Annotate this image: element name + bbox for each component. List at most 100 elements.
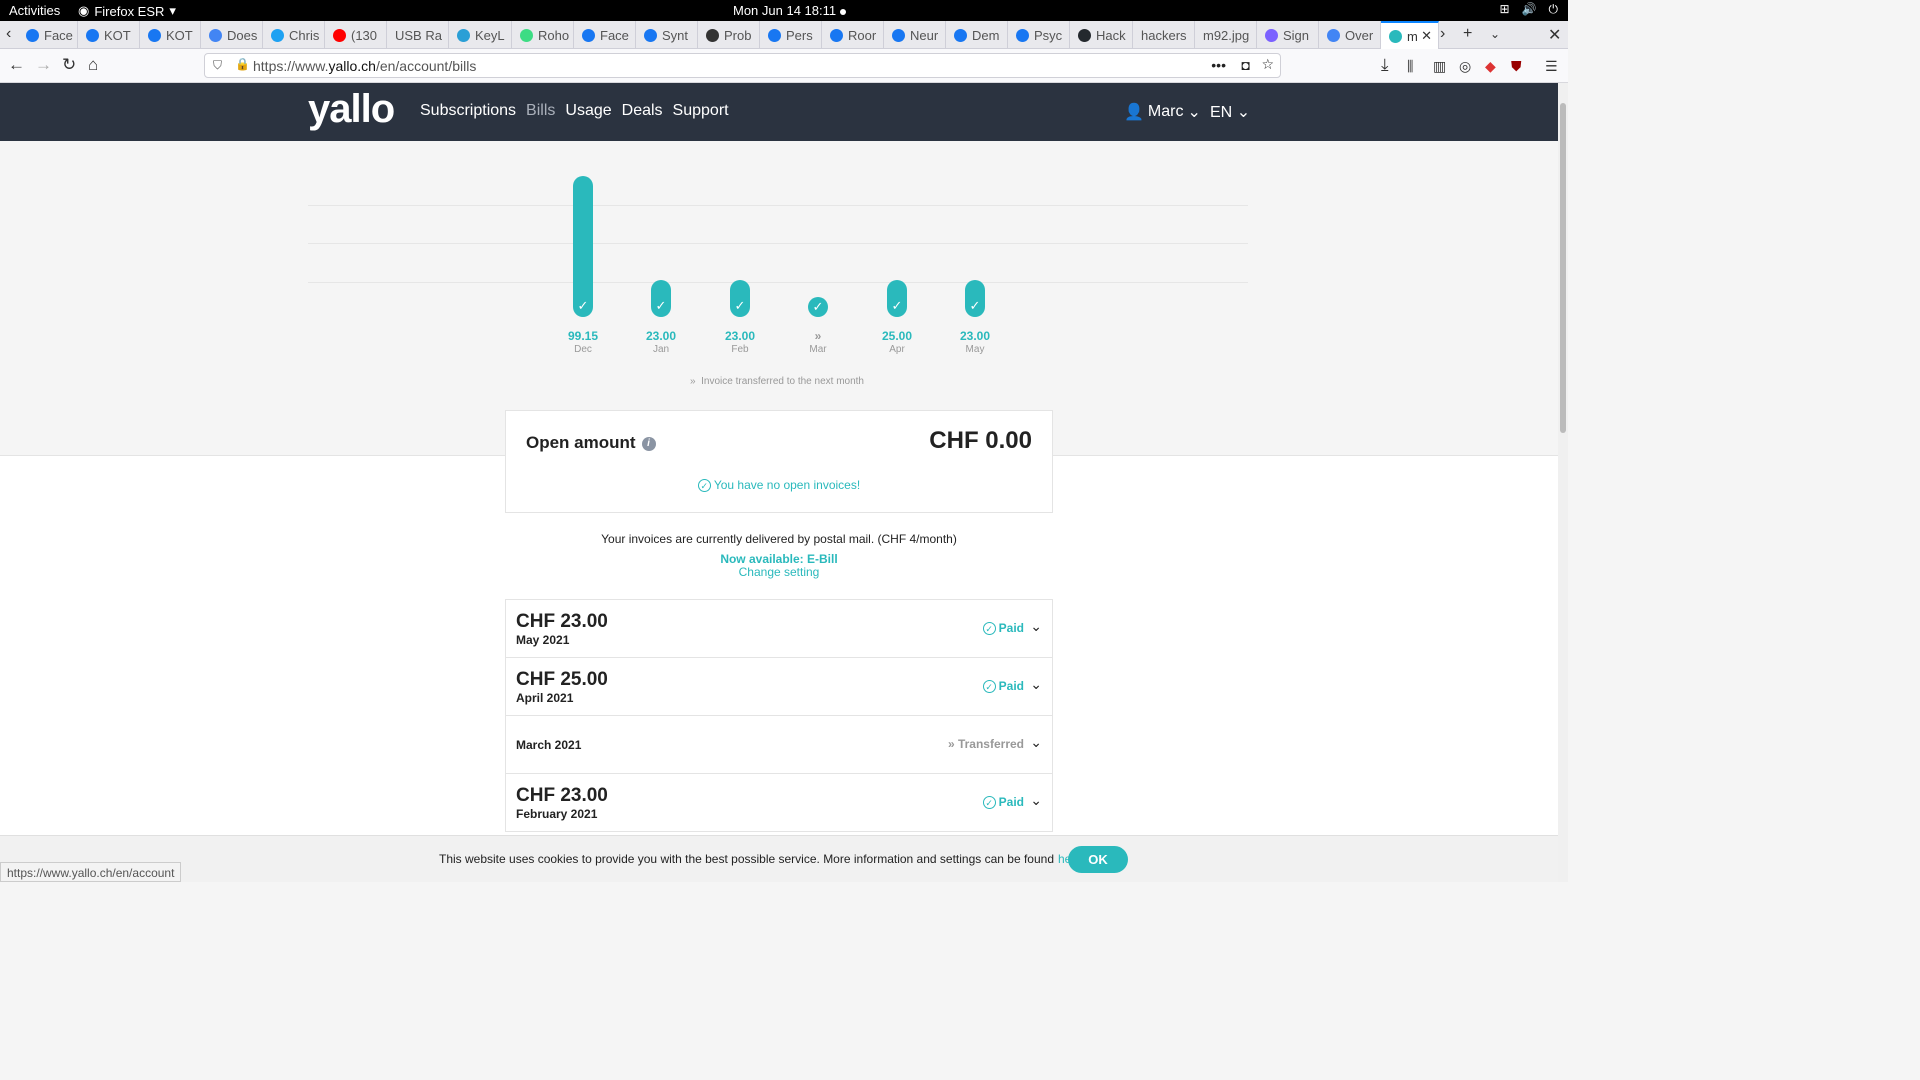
tab-favicon-icon — [209, 28, 222, 42]
activities-button[interactable]: Activities — [9, 3, 60, 18]
browser-tab[interactable]: Roor — [822, 21, 884, 49]
chart-value-label: » — [814, 329, 822, 343]
language-menu[interactable]: EN ⌄ — [1210, 102, 1250, 122]
chevron-down-icon[interactable]: ⌄ — [1030, 734, 1042, 751]
chart-bar[interactable]: ✓ — [573, 176, 593, 317]
browser-tab[interactable]: Hack — [1070, 21, 1133, 49]
browser-tab[interactable]: KeyL — [449, 21, 512, 49]
chart-bar[interactable]: ✓ — [730, 280, 750, 317]
tab-favicon-icon — [148, 28, 161, 42]
browser-tab[interactable]: Psyc — [1008, 21, 1070, 49]
chart-bar[interactable]: ✓ — [651, 280, 671, 317]
browser-tab[interactable]: m ✕ — [1381, 21, 1439, 49]
chart-check-circle-icon[interactable]: ✓ — [808, 297, 828, 317]
forward-icon[interactable]: → — [35, 55, 52, 75]
open-amount-value: CHF 0.00 — [929, 427, 1032, 454]
browser-tab[interactable]: Sign — [1257, 21, 1319, 49]
invoice-row[interactable]: CHF 25.00 April 2021 ✓ Paid ⌄ — [505, 657, 1053, 716]
firefox-icon: ◉ — [78, 3, 90, 18]
browser-tab[interactable]: Dem — [946, 21, 1008, 49]
browser-tab[interactable]: (130 — [325, 21, 387, 49]
lock-icon[interactable]: 🔒 — [235, 57, 250, 71]
clock[interactable]: Mon Jun 14 18:11 — [733, 3, 847, 18]
chart-gridline — [308, 282, 1248, 283]
chevron-down-icon[interactable]: ⌄ — [1030, 676, 1042, 693]
open-amount-title: Open amount i — [526, 433, 656, 453]
invoice-row[interactable]: CHF 23.00 May 2021 ✓ Paid ⌄ — [505, 599, 1053, 658]
pocket-icon[interactable]: ◘ — [1242, 57, 1250, 73]
tab-label: Over — [1345, 27, 1374, 43]
list-tabs-icon[interactable]: ⌄ — [1490, 27, 1500, 41]
chart-bar[interactable]: ✓ — [965, 280, 985, 317]
open-amount-title-text: Open amount — [526, 433, 636, 452]
extension-icon[interactable]: ◆ — [1485, 58, 1496, 75]
menu-subscriptions[interactable]: Subscriptions — [420, 102, 516, 120]
change-setting-link[interactable]: Change setting — [505, 565, 1053, 579]
scroll-tabs-right-icon[interactable]: › — [1440, 25, 1445, 43]
scroll-tabs-left-icon[interactable]: ‹ — [6, 25, 11, 43]
sidebar-icon[interactable]: ▥ — [1433, 58, 1446, 75]
tab-label: Sign — [1283, 27, 1310, 43]
browser-tab[interactable]: Face — [18, 21, 78, 49]
home-icon[interactable]: ⌂ — [88, 55, 98, 75]
ebill-link[interactable]: Now available: E-Bill — [505, 552, 1053, 566]
browser-tab[interactable]: m92.jpg — [1195, 21, 1257, 49]
cookie-ok-button[interactable]: OK — [1068, 846, 1128, 873]
menu-bills[interactable]: Bills — [526, 102, 555, 120]
yallo-logo[interactable]: yallo — [308, 87, 395, 132]
system-tray[interactable]: ⊞ 🔊 ⏻ — [1499, 2, 1558, 17]
bills-chart: » Invoice transferred to the next month … — [0, 141, 1558, 456]
check-circle-icon: ✓ — [982, 796, 996, 809]
downloads-icon[interactable]: ⤓ — [1381, 55, 1389, 75]
close-tab-icon[interactable]: ✕ — [1421, 28, 1432, 44]
menu-support[interactable]: Support — [673, 102, 729, 120]
chevron-down-icon[interactable]: ⌄ — [1030, 792, 1042, 809]
invoice-row[interactable]: CHF 23.00 February 2021 ✓ Paid ⌄ — [505, 773, 1053, 832]
back-icon[interactable]: ← — [8, 55, 25, 75]
browser-tab[interactable]: Synt — [636, 21, 698, 49]
browser-tab[interactable]: KOT — [78, 21, 140, 49]
invoice-amount: CHF 23.00 — [516, 611, 608, 632]
more-actions-icon[interactable]: ••• — [1211, 57, 1226, 73]
reload-icon[interactable]: ↻ — [62, 55, 76, 75]
url-bar[interactable]: ⛉ 🔒 https://www.yallo.ch/en/account/bill… — [204, 53, 1281, 78]
browser-tab[interactable]: Roho — [512, 21, 574, 49]
chart-bar[interactable]: ✓ — [887, 280, 907, 317]
browser-tab[interactable]: hackers — [1133, 21, 1195, 49]
invoice-status-label: Paid — [998, 621, 1024, 635]
user-menu[interactable]: 👤 Marc ⌄ — [1124, 102, 1201, 122]
tab-favicon-icon — [1078, 28, 1091, 42]
url-prefix: https://www. — [253, 58, 329, 74]
browser-tab[interactable]: USB Ra — [387, 21, 449, 49]
page-scrollbar[interactable] — [1558, 83, 1568, 882]
chevron-down-icon[interactable]: ⌄ — [1030, 618, 1042, 635]
app-menu[interactable]: ◉ Firefox ESR ▾ — [78, 3, 176, 19]
scrollbar-thumb[interactable] — [1560, 103, 1566, 433]
no-open-invoices-message: ✓ You have no open invoices! — [506, 478, 1052, 492]
browser-tab[interactable]: Face — [574, 21, 636, 49]
browser-tab[interactable]: Does — [201, 21, 263, 49]
browser-tab[interactable]: Chris — [263, 21, 325, 49]
browser-tab[interactable]: Pers — [760, 21, 822, 49]
url-path: /en/account/bills — [375, 58, 477, 74]
tab-label: Roho — [538, 27, 570, 43]
account-icon[interactable]: ◎ — [1459, 58, 1471, 75]
browser-tab[interactable]: Neur — [884, 21, 946, 49]
shield-icon[interactable]: ⛉ — [213, 58, 222, 73]
clock-label: Mon Jun 14 18:11 — [733, 3, 837, 18]
menu-usage[interactable]: Usage — [565, 102, 611, 120]
url-text[interactable]: https://www.yallo.ch/en/account/bills — [253, 58, 476, 74]
invoice-row[interactable]: March 2021 » Transferred ⌄ — [505, 715, 1053, 774]
browser-tab[interactable]: Prob — [698, 21, 760, 49]
invoice-period: May 2021 — [516, 633, 570, 647]
hamburger-menu-icon[interactable]: ☰ — [1545, 58, 1558, 75]
menu-deals[interactable]: Deals — [622, 102, 663, 120]
library-icon[interactable]: ⫼ — [1407, 58, 1413, 75]
new-tab-icon[interactable]: + — [1463, 25, 1472, 43]
browser-tab[interactable]: KOT — [140, 21, 201, 49]
bookmark-star-icon[interactable]: ☆ — [1261, 56, 1274, 73]
info-icon[interactable]: i — [641, 436, 656, 451]
close-window-icon[interactable]: ✕ — [1548, 25, 1561, 45]
browser-tab[interactable]: Over — [1319, 21, 1381, 49]
ublock-icon[interactable]: ⛊ — [1511, 58, 1522, 75]
